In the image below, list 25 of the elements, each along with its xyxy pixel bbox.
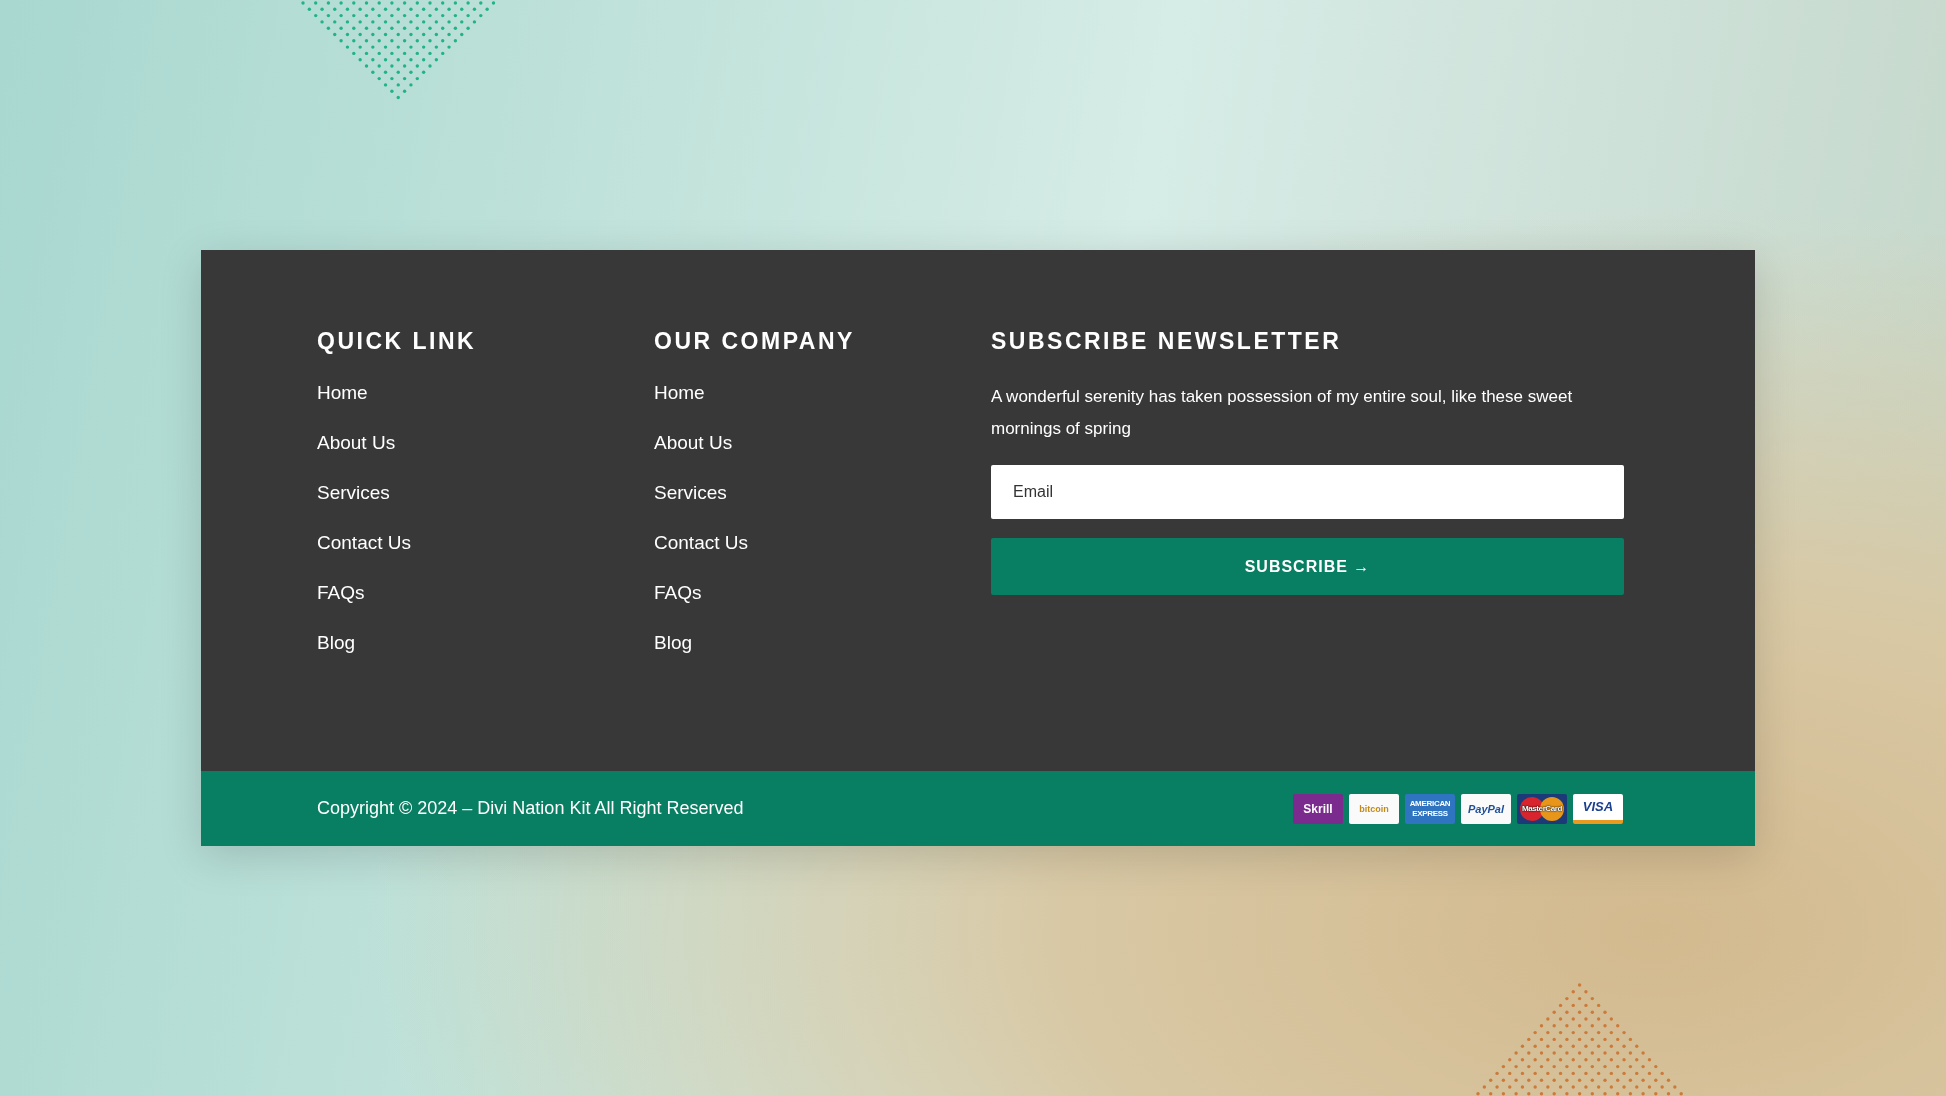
- copyright-text: Copyright © 2024 – Divi Nation Kit All Right Reserved: [317, 798, 744, 819]
- email-field[interactable]: Email: [991, 465, 1624, 519]
- footer-link[interactable]: FAQs: [317, 581, 365, 604]
- payment-logo: MasterCard: [1517, 793, 1567, 824]
- column-heading: SUBSCRIBE NEWSLETTER: [991, 328, 1343, 355]
- column-heading: OUR COMPANY: [654, 328, 855, 355]
- footer-link[interactable]: Contact Us: [317, 531, 411, 554]
- payment-logo: bitcoin: [1349, 793, 1399, 824]
- subscribe-button[interactable]: SUBSCRIBE →: [991, 538, 1624, 595]
- footer-link[interactable]: Blog: [317, 631, 356, 654]
- payment-logo: PayPal: [1461, 793, 1511, 824]
- footer-link[interactable]: FAQs: [654, 581, 702, 604]
- footer-link[interactable]: About Us: [317, 431, 396, 454]
- footer-link[interactable]: About Us: [654, 431, 733, 454]
- newsletter-text: A wonderful serenity has taken possession of my entire soul, like these sweet mornings of spring: [991, 386, 1574, 440]
- footer-link[interactable]: Services: [654, 481, 727, 504]
- payment-logo: Skrill: [1293, 793, 1343, 824]
- payment-logo: AMERICAN EXPRESS: [1405, 793, 1455, 824]
- footer-link[interactable]: Home: [654, 381, 705, 404]
- footer-link[interactable]: Services: [317, 481, 390, 504]
- payment-logo: VISA: [1573, 793, 1623, 824]
- footer-link[interactable]: Contact Us: [654, 531, 748, 554]
- footer-link[interactable]: Home: [317, 381, 368, 404]
- column-heading: QUICK LINK: [317, 328, 477, 355]
- footer-link[interactable]: Blog: [654, 631, 693, 654]
